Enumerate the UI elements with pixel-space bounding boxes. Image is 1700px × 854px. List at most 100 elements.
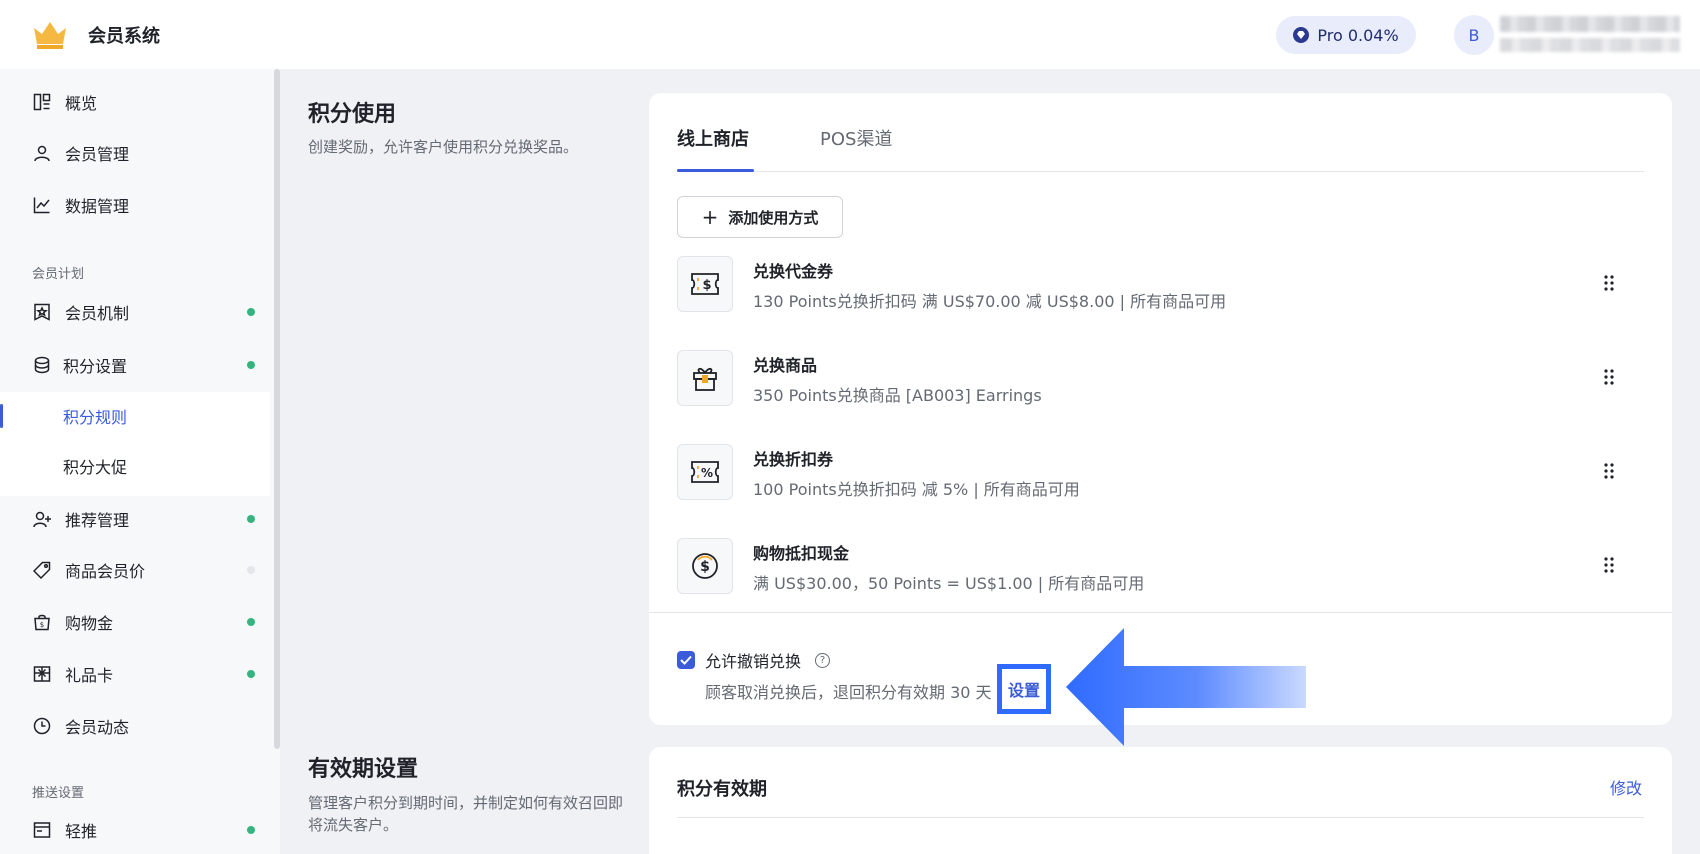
badge-icon [32,302,52,322]
user-plus-icon [32,509,52,529]
coin-dollar-icon: $ [677,538,733,594]
top-header: 会员系统 Pro 0.04% B [0,0,1700,69]
channel-tabs: 线上商店 POS渠道 [677,93,1644,172]
sidebar-item-referral[interactable]: 推荐管理 [0,495,270,543]
svg-text:$: $ [702,278,711,293]
expiry-settings-title: 有效期设置 [308,757,419,782]
status-dot [247,515,255,523]
reward-item-discount[interactable]: % 兑换折扣券 100 Points兑换折扣码 减 5% | 所有商品可用 [677,436,1644,506]
expiry-card: 积分有效期 修改 [649,747,1672,854]
status-dot [247,361,255,369]
sidebar-item-label: 积分设置 [63,357,128,376]
tag-icon [32,560,52,580]
reward-title: 兑换折扣券 [753,450,834,469]
active-tab-indicator [677,169,754,172]
reward-item-voucher[interactable]: $ 兑换代金券 130 Points兑换折扣码 满 US$70.00 减 US$… [677,248,1644,318]
status-dot [247,670,255,678]
blurred-account-email [1500,38,1680,52]
status-dot [247,566,255,574]
drag-handle-icon[interactable] [1602,462,1616,480]
svg-text:%: % [701,466,713,480]
sidebar-item-data[interactable]: 数据管理 [0,181,270,229]
settings-link[interactable]: 设置 [997,664,1051,714]
reward-title: 购物抵扣现金 [753,544,850,563]
blurred-account-name [1500,16,1680,32]
reward-item-cash-deduction[interactable]: $ 购物抵扣现金 满 US$30.00，50 Points = US$1.00 … [677,530,1644,600]
sidebar-item-membership[interactable]: 会员机制 [0,288,270,336]
sidebar-item-label: 数据管理 [65,197,130,216]
gift-card-icon [32,664,52,684]
sidebar-item-gift-card[interactable]: 礼品卡 [0,650,270,698]
coins-icon [32,355,52,375]
group-label-push: 推送设置 [32,786,85,801]
plus-icon: + [701,205,719,229]
voucher-dollar-icon: $ [677,256,733,312]
allow-cancel-row: 允许撤销兑换 ? [677,648,831,672]
sidebar-item-overview[interactable]: 概览 [0,78,270,126]
section-divider [649,612,1672,613]
sidebar-item-label: 轻推 [65,822,98,841]
points-usage-title: 积分使用 [308,102,397,127]
reward-title: 兑换代金券 [753,262,834,281]
sidebar-item-member-price[interactable]: 商品会员价 [0,546,270,594]
edit-expiry-link[interactable]: 修改 [1610,775,1642,799]
sidebar-subitem-points-promo[interactable]: 积分大促 [0,442,270,490]
line-chart-icon [32,195,52,215]
add-usage-method-label: 添加使用方式 [728,208,819,227]
sidebar-item-points-settings[interactable]: 积分设置 [0,341,270,389]
sidebar-subitem-points-rules[interactable]: 积分规则 [0,392,270,440]
dashboard-icon [32,92,52,112]
drag-handle-icon[interactable] [1602,274,1616,292]
voucher-percent-icon: % [677,444,733,500]
gift-box-icon [677,350,733,406]
reward-description: 100 Points兑换折扣码 减 5% | 所有商品可用 [753,480,1080,499]
sidebar-item-label: 商品会员价 [65,562,146,581]
add-usage-method-button[interactable]: + 添加使用方式 [677,196,843,238]
clock-icon [32,716,52,736]
app-title: 会员系统 [88,26,160,47]
reward-title: 兑换商品 [753,356,818,375]
reward-description: 350 Points兑换商品 [AB003] Earrings [753,386,1042,405]
expiry-settings-description: 管理客户积分到期时间，并制定如何有效召回即将流失客户。 [308,794,624,834]
allow-cancel-label: 允许撤销兑换 [705,652,802,671]
sidebar: 概览 会员管理 数据管理 会员计划 会员机制 积分设置 积分规则 积分大促 推荐… [0,69,280,854]
sidebar-item-label: 概览 [65,94,98,113]
sidebar-item-label: 购物金 [65,614,114,633]
allow-cancel-checkbox[interactable] [677,651,695,669]
help-icon[interactable]: ? [815,652,831,668]
highlight-arrow-icon [1066,628,1306,746]
window-icon [32,820,52,840]
status-dot [247,308,255,316]
sidebar-item-nudge[interactable]: 轻推 [0,806,270,854]
reward-item-product[interactable]: 兑换商品 350 Points兑换商品 [AB003] Earrings [677,342,1644,412]
svg-text:$: $ [700,559,710,575]
reward-description: 满 US$30.00，50 Points = US$1.00 | 所有商品可用 [753,574,1145,593]
sidebar-item-label: 会员管理 [65,145,130,164]
sidebar-item-label: 积分规则 [63,408,128,427]
points-expiry-title: 积分有效期 [677,779,767,800]
drag-handle-icon[interactable] [1602,368,1616,386]
drag-handle-icon[interactable] [1602,556,1616,574]
sidebar-item-members[interactable]: 会员管理 [0,129,270,177]
tab-pos-channel[interactable]: POS渠道 [820,125,892,151]
sidebar-item-label: 会员动态 [65,718,130,737]
sidebar-item-label: 会员机制 [65,304,130,323]
cancel-description: 顾客取消兑换后，退回积分有效期 30 天 [705,683,992,702]
status-dot [247,826,255,834]
expiry-divider [677,817,1644,818]
sidebar-item-shopping-credit[interactable]: $ 购物金 [0,598,270,646]
svg-text:$: $ [40,621,44,629]
avatar[interactable]: B [1454,15,1494,55]
crown-logo-icon [34,22,66,49]
sidebar-item-member-activity[interactable]: 会员动态 [0,702,270,750]
sidebar-scrollbar[interactable] [274,69,280,749]
tab-online-store[interactable]: 线上商店 [677,125,749,151]
sidebar-item-label: 推荐管理 [65,511,130,530]
pro-badge[interactable]: Pro 0.04% [1276,16,1416,54]
user-icon [32,143,52,163]
pro-badge-label: Pro 0.04% [1317,25,1399,45]
shopping-bag-icon: $ [32,612,52,632]
sidebar-item-label: 积分大促 [63,458,128,477]
pro-diamond-icon [1293,27,1310,43]
status-dot [247,618,255,626]
